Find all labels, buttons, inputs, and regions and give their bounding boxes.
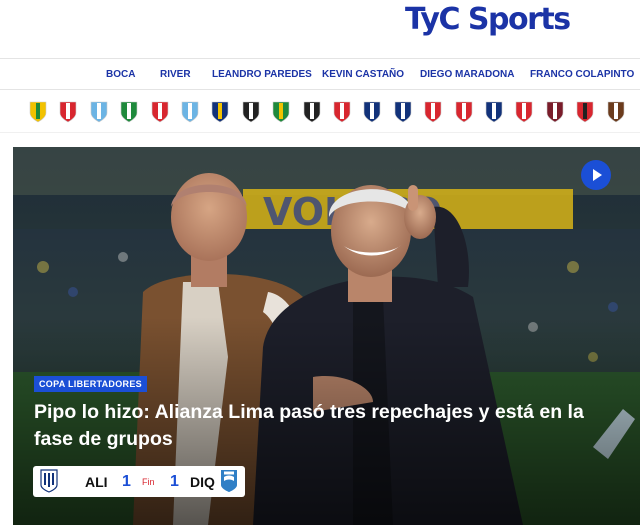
- godoy-cruz-crest-icon[interactable]: [393, 101, 413, 123]
- defensa-crest-icon[interactable]: [271, 101, 291, 123]
- alianza-lima-crest-icon: [40, 469, 58, 493]
- away-team-code: DIQ: [190, 474, 215, 490]
- atletico-tucuman-crest-icon[interactable]: [89, 101, 109, 123]
- independiente-rivadavia-crest-icon[interactable]: [484, 101, 504, 123]
- tag-franco-colapinto[interactable]: FRANCO COLAPINTO: [530, 69, 634, 80]
- hero-article[interactable]: VOLTICO COPA LIBE: [13, 147, 640, 525]
- category-badge[interactable]: COPA LIBERTADORES: [34, 376, 147, 392]
- instituto-crest-icon[interactable]: [514, 101, 534, 123]
- tag-river[interactable]: RIVER: [160, 69, 191, 80]
- barracas-crest-icon[interactable]: [150, 101, 170, 123]
- match-status: Fin: [142, 477, 155, 487]
- site-logo[interactable]: TyC Sports: [405, 2, 571, 37]
- article-headline[interactable]: Pipo lo hizo: Alianza Lima pasó tres rep…: [34, 399, 614, 453]
- home-team-score: 1: [122, 473, 131, 490]
- away-team-score: 1: [170, 473, 179, 490]
- banfield-crest-icon[interactable]: [119, 101, 139, 123]
- match-scoreboard[interactable]: ALI 1 Fin 1 DIQ: [33, 466, 245, 497]
- play-video-button[interactable]: [581, 160, 611, 190]
- deportivo-iquique-crest-icon: [221, 470, 237, 492]
- tag-boca[interactable]: BOCA: [106, 69, 135, 80]
- newells-crest-icon[interactable]: [575, 101, 595, 123]
- belgrano-crest-icon[interactable]: [180, 101, 200, 123]
- central-cordoba-crest-icon[interactable]: [241, 101, 261, 123]
- gimnasia-crest-icon[interactable]: [362, 101, 382, 123]
- estudiantes-crest-icon[interactable]: [332, 101, 352, 123]
- aldosivi-crest-icon[interactable]: [28, 101, 48, 123]
- huracan-crest-icon[interactable]: [423, 101, 443, 123]
- tag-kevin-castano[interactable]: KEVIN CASTAÑO: [322, 69, 404, 80]
- boca-crest-icon[interactable]: [210, 101, 230, 123]
- tag-diego-maradona[interactable]: DIEGO MARADONA: [420, 69, 514, 80]
- deportivo-riestra-crest-icon[interactable]: [302, 101, 322, 123]
- site-header: TyC Sports: [0, 0, 640, 58]
- independiente-crest-icon[interactable]: [454, 101, 474, 123]
- play-icon: [593, 169, 602, 181]
- home-team-code: ALI: [85, 474, 108, 490]
- platense-crest-icon[interactable]: [606, 101, 626, 123]
- lanus-crest-icon[interactable]: [545, 101, 565, 123]
- tag-navigation: BOCA RIVER LEANDRO PAREDES KEVIN CASTAÑO…: [0, 58, 640, 90]
- tag-leandro-paredes[interactable]: LEANDRO PAREDES: [212, 69, 312, 80]
- argentinos-crest-icon[interactable]: [58, 101, 78, 123]
- club-crest-bar: [0, 91, 640, 133]
